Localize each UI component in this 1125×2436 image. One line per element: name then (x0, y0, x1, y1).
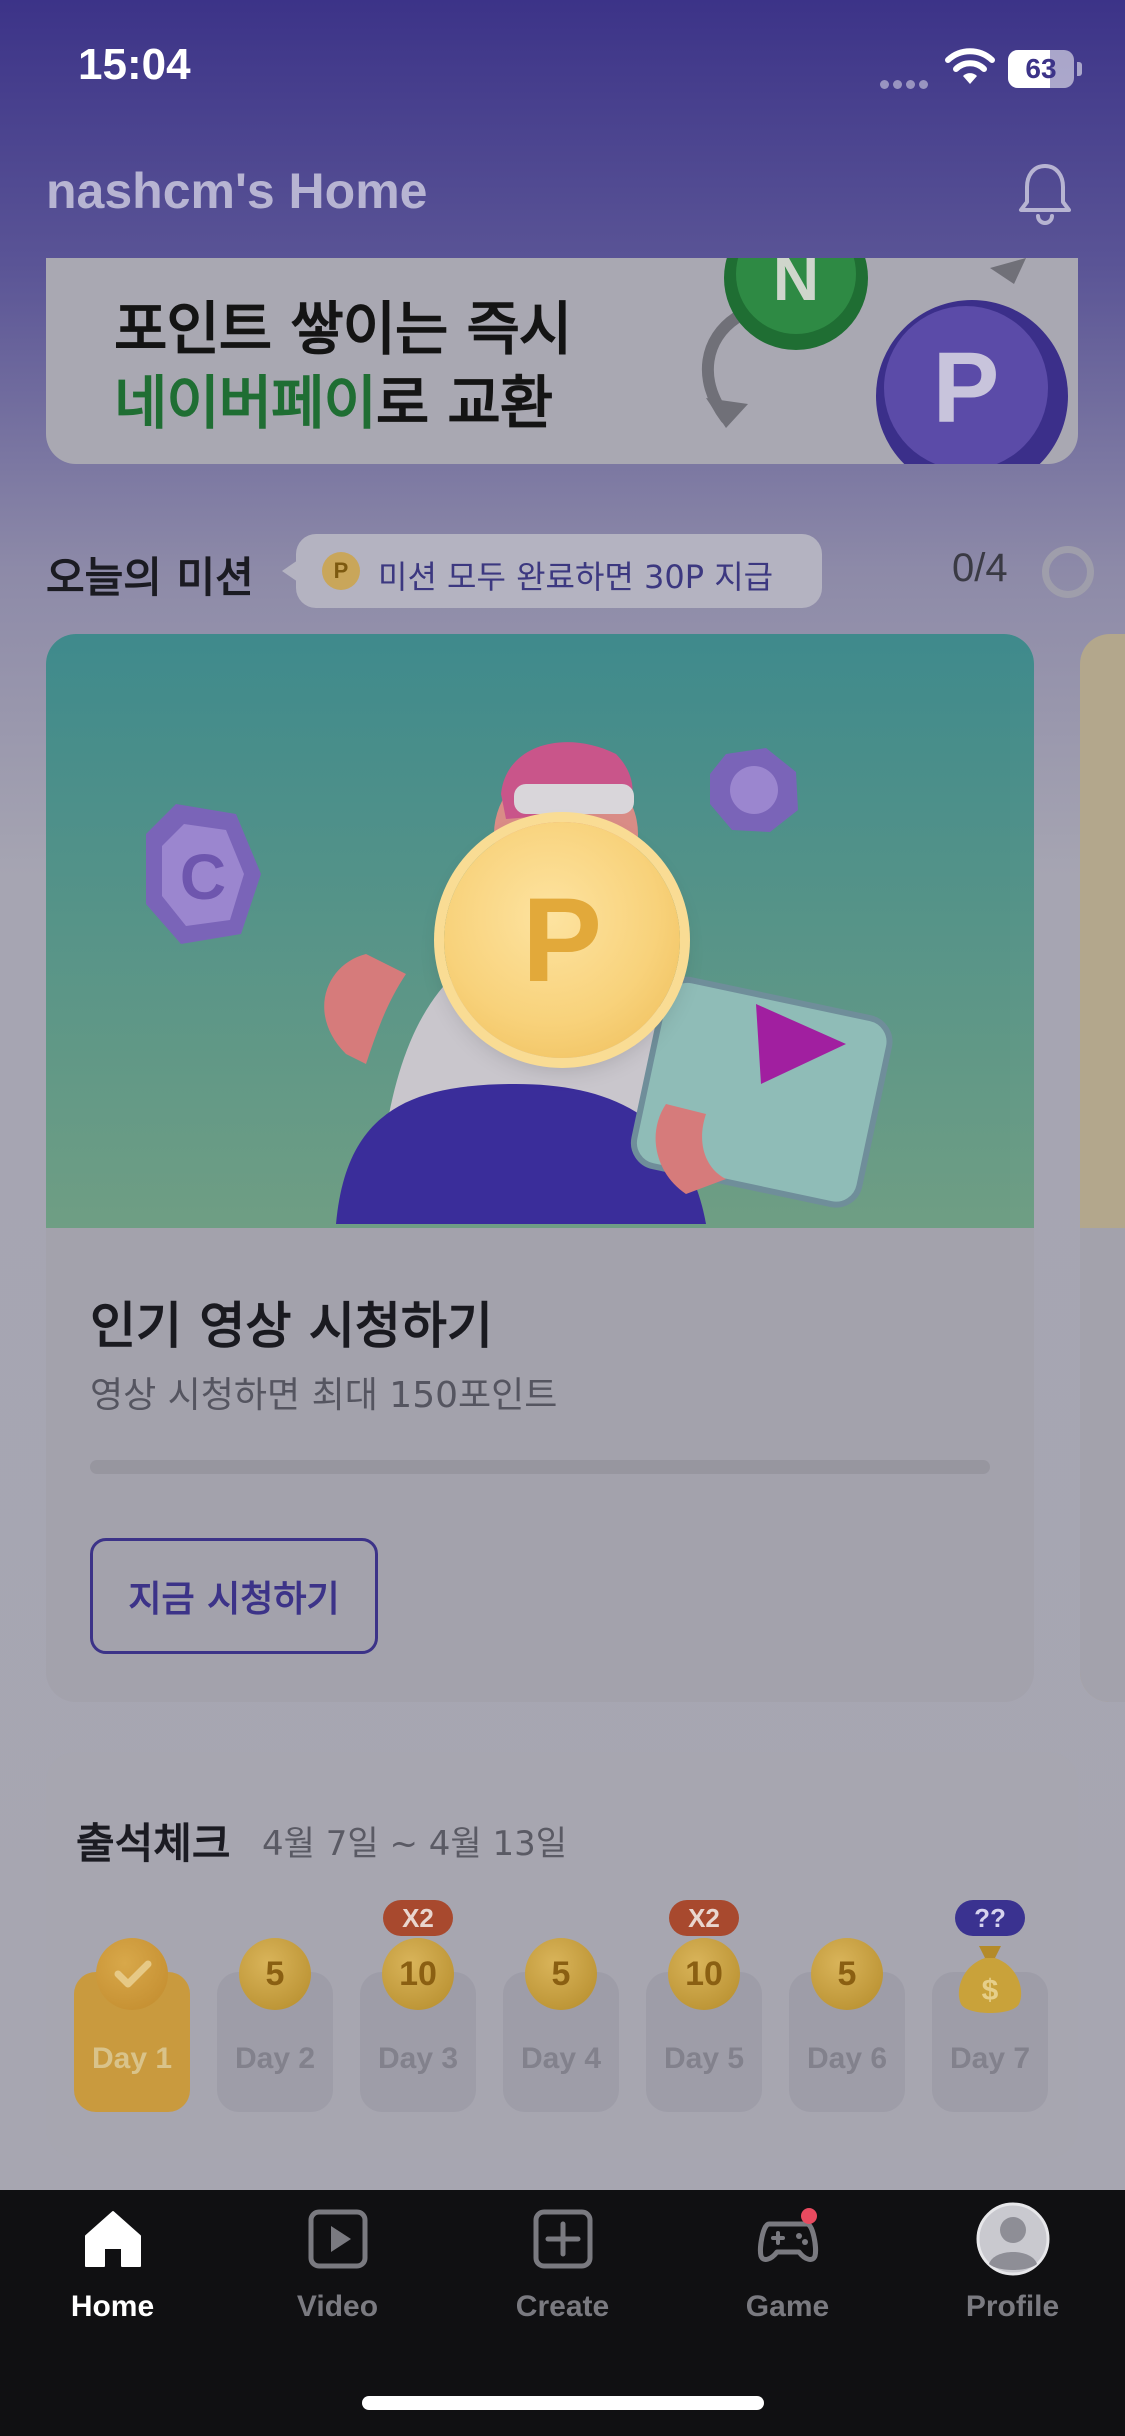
tab-game[interactable]: Game (675, 2208, 900, 2338)
create-icon (533, 2209, 593, 2269)
point-coin-icon: P (322, 552, 360, 590)
attendance-card: 출석체크 4월 7일 ~ 4월 13일 Day 1 Day 2 5 Day 3 … (46, 1752, 1078, 2158)
tab-label: Game (745, 2290, 830, 2323)
mission-description: 영상 시청하면 최대 150포인트 (90, 1375, 558, 1416)
mission-card[interactable]: C 인기 영상 시청하기 영상 시청하면 최대 150포인트 지금 시청하기 (46, 634, 1034, 1702)
home-indicator (362, 2396, 764, 2410)
reward-coin: 10 (668, 1938, 740, 2010)
mission-reward-tooltip: P 미션 모두 완료하면 30P 지급 (282, 534, 822, 608)
day-label: Day 2 (234, 2042, 316, 2075)
tab-home[interactable]: Home (0, 2208, 225, 2338)
money-bag-icon: $ (958, 1946, 1022, 2013)
attendance-date-range: 4월 7일 ~ 4월 13일 (262, 1824, 567, 1864)
svg-text:C: C (180, 841, 226, 913)
tab-profile[interactable]: Profile (900, 2202, 1125, 2338)
wifi-icon (945, 48, 995, 84)
day-label: Day 5 (663, 2042, 745, 2075)
svg-text:P: P (933, 332, 1000, 444)
battery-level: 63 (1025, 53, 1057, 84)
profile-icon (976, 2202, 1050, 2276)
cellular-signal-icon (880, 74, 936, 89)
mission-progress-count: 0/4 (952, 546, 1008, 590)
reward-coin: 10 (382, 1938, 454, 2010)
page-title: nashcm's Home (46, 163, 428, 219)
point-exchange-illustration: N P (701, 258, 1068, 464)
bonus-badge: X2 (383, 1900, 453, 1936)
day-label: Day 6 (806, 2042, 888, 2075)
bonus-badge: X2 (669, 1900, 739, 1936)
banner-subline-rest: 로 교환 (375, 369, 553, 437)
attendance-title: 출석체크 (76, 1819, 231, 1868)
tab-label: Profile (965, 2290, 1060, 2323)
tab-label: Video (296, 2290, 379, 2323)
mystery-badge: ?? (955, 1900, 1025, 1936)
tab-label: Home (70, 2290, 155, 2323)
tab-create[interactable]: Create (450, 2208, 675, 2338)
video-icon (308, 2209, 368, 2269)
day-label: Day 1 (91, 2042, 173, 2075)
banner-headline: 포인트 쌓이는 즉시 (114, 295, 572, 363)
progress-ring-icon (1042, 546, 1094, 598)
status-bar: 15:04 63 (0, 0, 1125, 140)
mission-title: 인기 영상 시청하기 (90, 1297, 493, 1355)
mission-section-title: 오늘의 미션 (46, 553, 254, 602)
tab-label: Create (515, 2290, 610, 2323)
point-coin-icon: P (444, 822, 680, 1058)
day-label: Day 4 (520, 2042, 602, 2075)
bag-symbol: $ (982, 1974, 999, 2007)
tab-video[interactable]: Video (225, 2208, 450, 2338)
banner-subline: 네이버페이로 교환 (114, 356, 553, 440)
reward-coin: 5 (525, 1938, 597, 2010)
game-icon (758, 2208, 818, 2262)
check-icon (114, 1960, 152, 1988)
svg-text:N: N (773, 258, 819, 314)
mission-progress-bar (90, 1460, 990, 1474)
battery-icon: 63 (1008, 50, 1084, 88)
reward-coin: 5 (239, 1938, 311, 2010)
banner-highlight: 네이버페이 (114, 369, 377, 437)
next-mission-card[interactable] (1080, 634, 1125, 1702)
day-label: Day 3 (377, 2042, 459, 2075)
promo-banner[interactable]: 포인트 쌓이는 즉시 네이버페이로 교환 N P (46, 258, 1078, 464)
day-label: Day 7 (949, 2042, 1031, 2075)
watch-now-button[interactable]: 지금 시청하기 (90, 1538, 378, 1654)
checked-coin (96, 1938, 168, 2010)
reward-coin: 5 (811, 1938, 883, 2010)
bell-icon[interactable] (1016, 160, 1074, 226)
status-time: 15:04 (78, 40, 191, 89)
mission-reward-text: 미션 모두 완료하면 30P 지급 (378, 558, 774, 596)
home-icon (85, 2211, 141, 2267)
center-coin-letter: P (521, 873, 603, 1007)
